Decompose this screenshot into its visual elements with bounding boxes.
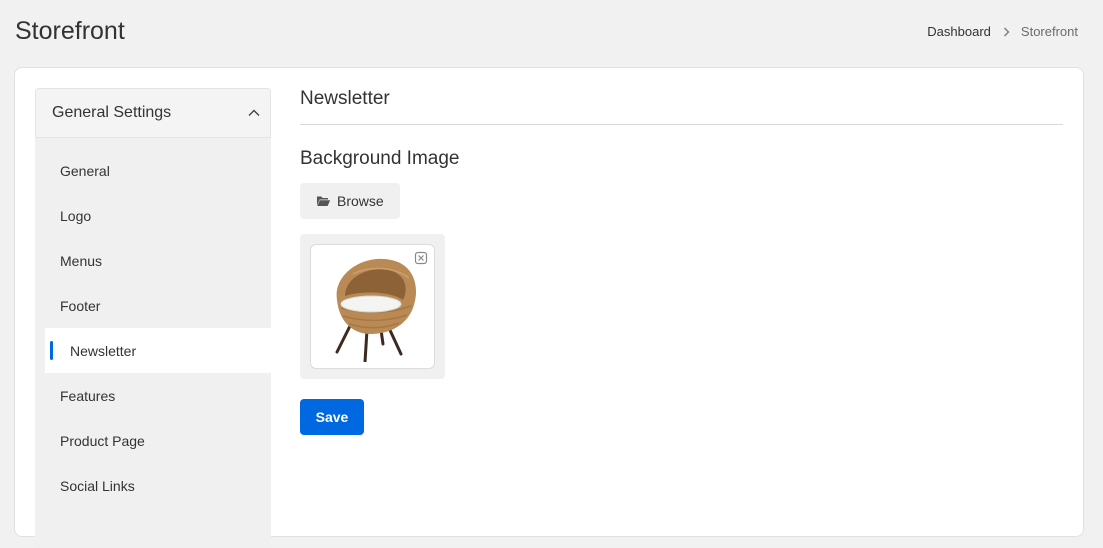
sidebar-group-title: General Settings: [52, 104, 172, 121]
save-button[interactable]: Save: [300, 399, 364, 435]
background-image-thumbnail: [310, 244, 435, 369]
chevron-up-icon: [248, 109, 260, 117]
section-title: Newsletter: [300, 88, 1063, 125]
page-header: Storefront Dashboard Storefront: [0, 0, 1103, 66]
sidebar-item-label: Features: [60, 387, 116, 404]
sidebar-item-label: Menus: [60, 252, 103, 269]
image-holder: [300, 234, 445, 379]
sidebar-item-label: Newsletter: [70, 342, 137, 359]
sidebar-menu: General Logo Menus Footer Newsletter Fea…: [35, 138, 271, 508]
chair-image: [335, 258, 416, 362]
sidebar-item-label: Logo: [60, 207, 92, 224]
settings-card: General Settings General Logo Menus Foot…: [14, 67, 1084, 548]
remove-image-icon[interactable]: [414, 251, 428, 265]
breadcrumb-current: Storefront: [1020, 24, 1078, 39]
sidebar-item-product-page[interactable]: Product Page: [35, 418, 271, 463]
sidebar-item-features[interactable]: Features: [35, 373, 271, 418]
sidebar-item-label: Product Page: [60, 432, 145, 449]
sidebar-item-general[interactable]: General: [35, 148, 271, 193]
breadcrumb-dashboard-link[interactable]: Dashboard: [927, 24, 991, 39]
breadcrumb: Dashboard Storefront: [927, 24, 1078, 39]
sidebar-item-footer[interactable]: Footer: [35, 283, 271, 328]
active-indicator: [50, 341, 53, 360]
background-image-label: Background Image: [300, 148, 460, 169]
page-title: Storefront: [15, 17, 125, 45]
sidebar-group-toggle[interactable]: General Settings: [35, 88, 271, 138]
sidebar-item-label: General: [60, 162, 110, 179]
sidebar-item-label: Social Links: [60, 477, 135, 494]
sidebar-item-logo[interactable]: Logo: [35, 193, 271, 238]
sidebar-item-label: Footer: [60, 297, 101, 314]
sidebar-item-menus[interactable]: Menus: [35, 238, 271, 283]
chevron-right-icon: [1003, 27, 1010, 37]
browse-button[interactable]: Browse: [300, 183, 400, 219]
sidebar-item-newsletter[interactable]: Newsletter: [45, 328, 271, 373]
browse-button-label: Browse: [337, 193, 384, 209]
settings-sidebar: General Settings General Logo Menus Foot…: [35, 88, 271, 548]
sidebar-item-social-links[interactable]: Social Links: [35, 463, 271, 508]
folder-open-icon: [316, 195, 331, 207]
settings-content: Newsletter Background Image Browse Save: [300, 88, 1063, 435]
